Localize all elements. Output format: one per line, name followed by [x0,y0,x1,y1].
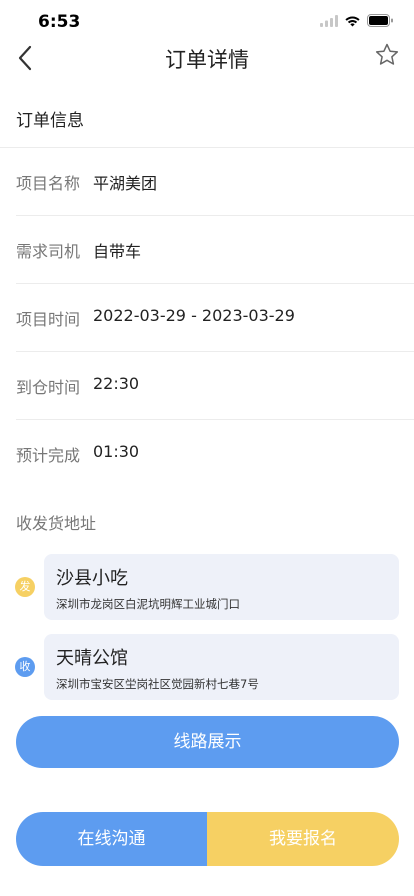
status-time: 6:53 [38,12,81,32]
page-title: 订单详情 [165,48,249,72]
info-row-arrival-time: 到仓时间 22:30 [16,352,414,420]
info-value: 22:30 [93,374,140,393]
wifi-icon [345,16,360,26]
info-label: 到仓时间 [16,378,81,397]
info-row-driver: 需求司机 自带车 [16,216,414,284]
cellular-signal-icon [320,14,338,27]
online-chat-button[interactable]: 在线沟通 [16,812,207,866]
sender-address-card[interactable]: 沙县小吃 深圳市龙岗区白泥坑明辉工业城门口 [44,554,399,620]
info-value: 2022-03-29 - 2023-03-29 [93,306,295,325]
sender-name: 沙县小吃 [56,568,128,589]
sender-badge: 发 [15,577,35,597]
receiver-address-card[interactable]: 天晴公馆 深圳市宝安区坣岗社区觉园新村七巷7号 [44,634,399,700]
sender-address-detail: 深圳市龙岗区白泥坑明辉工业城门口 [56,597,240,611]
info-label: 需求司机 [16,242,81,261]
info-value: 01:30 [93,442,140,461]
status-icons [320,14,394,27]
info-value: 自带车 [93,242,142,261]
receiver-name: 天晴公馆 [56,648,128,669]
info-value: 平湖美团 [93,174,158,193]
receiver-address-detail: 深圳市宝安区坣岗社区觉园新村七巷7号 [56,677,259,691]
signup-button[interactable]: 我要报名 [207,812,399,866]
battery-icon [367,14,393,27]
info-label: 预计完成 [16,446,81,465]
star-favorite-icon[interactable] [374,42,400,68]
receiver-badge: 收 [15,657,35,677]
route-display-button[interactable]: 线路展示 [16,716,399,768]
info-row-expected-finish: 预计完成 01:30 [16,420,414,488]
address-section-title: 收发货地址 [16,514,97,533]
nav-bar: 订单详情 [0,36,414,80]
info-label: 项目名称 [16,174,81,193]
info-row-project-name: 项目名称 平湖美团 [16,148,414,216]
info-label: 项目时间 [16,310,81,329]
info-row-project-time: 项目时间 2022-03-29 - 2023-03-29 [16,284,414,352]
section-title-order-info: 订单信息 [16,111,84,131]
bottom-action-bar: 在线沟通 我要报名 [16,812,399,866]
watermark: 11玩导航 × 11WYX.COM [102,866,312,885]
